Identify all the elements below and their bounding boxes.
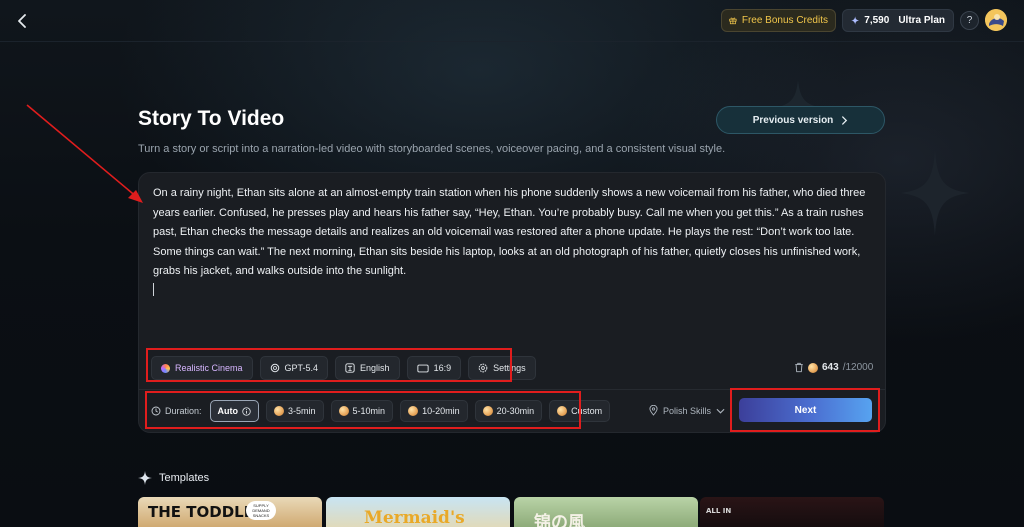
text-caret [153, 283, 154, 296]
polish-skills-dropdown[interactable]: Polish Skills [649, 405, 725, 416]
previous-version-button[interactable]: Previous version [716, 106, 885, 134]
location-pin-icon [649, 405, 658, 416]
avatar[interactable] [985, 9, 1007, 31]
annotation-box-options [146, 348, 512, 382]
credits-count: 7,590 [864, 15, 890, 26]
template-title: Mermaid's [364, 508, 465, 527]
polish-skills-label: Polish Skills [663, 405, 712, 416]
plan-name: Ultra Plan [898, 15, 945, 26]
chevron-right-icon [842, 115, 848, 125]
character-count-value: 643 [822, 362, 839, 373]
page-subtitle: Turn a story or script into a narration-… [138, 143, 726, 155]
back-button[interactable] [12, 11, 32, 31]
template-card-all-in[interactable]: ALL IN [700, 497, 884, 527]
help-icon: ? [966, 15, 973, 26]
credits-plan-pill[interactable]: 7,590 Ultra Plan [842, 9, 954, 32]
chevron-left-icon [18, 14, 26, 28]
trash-icon[interactable] [794, 362, 804, 373]
template-card-mermaid[interactable]: Mermaid's [326, 497, 510, 527]
free-bonus-credits-button[interactable]: Free Bonus Credits [721, 9, 836, 32]
diamond-icon [851, 16, 860, 25]
template-badge: SUPPLY DEMAND SNACKS [246, 501, 276, 520]
template-title: 锦の風 [534, 513, 585, 527]
templates-heading: Templates [138, 471, 209, 485]
templates-heading-label: Templates [159, 472, 210, 484]
avatar-image [985, 9, 1007, 31]
previous-version-label: Previous version [752, 114, 834, 126]
character-count: 643 /12000 [794, 362, 873, 373]
gift-icon [729, 17, 737, 25]
sparkle-decoration-icon [900, 150, 970, 236]
sparkle-icon [138, 471, 152, 485]
chevron-down-icon [716, 408, 725, 414]
story-textarea[interactable]: On a rainy night, Ethan sits alone at an… [153, 184, 875, 282]
help-button[interactable]: ? [960, 11, 979, 30]
annotation-arrow [26, 104, 143, 203]
coin-icon [808, 362, 818, 373]
top-bar: Free Bonus Credits 7,590 Ultra Plan ? [0, 0, 1024, 42]
free-bonus-credits-label: Free Bonus Credits [741, 15, 828, 26]
template-card-toddler[interactable]: THE TODDLER SUPPLY DEMAND SNACKS [138, 497, 322, 527]
template-card-kaze[interactable]: 锦の風 [514, 497, 698, 527]
template-title: ALL IN [706, 507, 732, 515]
annotation-box-duration [145, 391, 581, 429]
character-count-max: /12000 [842, 362, 874, 373]
annotation-box-next [730, 388, 880, 432]
page-title: Story To Video [138, 107, 285, 130]
